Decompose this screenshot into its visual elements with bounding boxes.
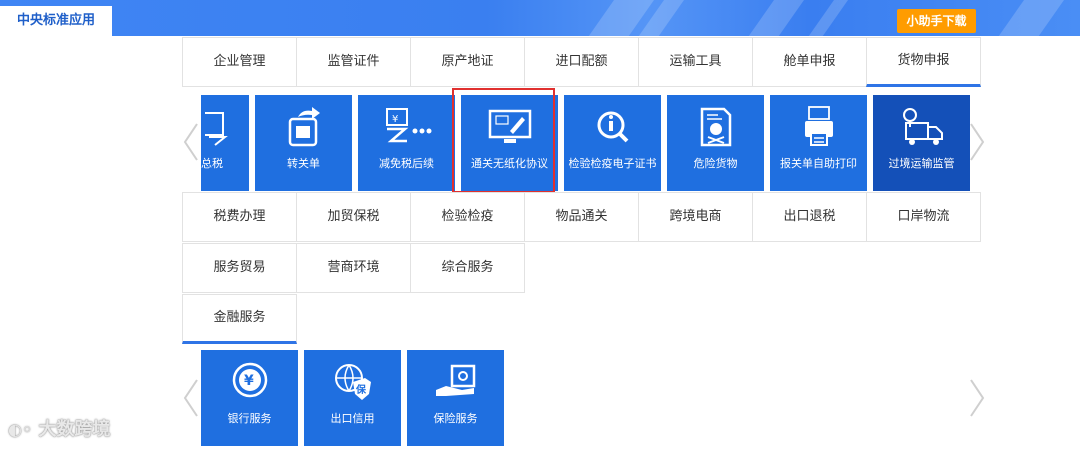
dangerous-goods-icon [667, 105, 764, 149]
svg-text:保: 保 [355, 383, 367, 396]
tile-tax[interactable]: 总税 [201, 95, 249, 191]
tab-import-quota[interactable]: 进口配额 [524, 37, 639, 87]
tile-paperless-clearance-agreement[interactable]: 通关无纸化协议 [461, 95, 558, 191]
tile-label: 银行服务 [227, 412, 272, 425]
tab-integrated-services[interactable]: 综合服务 [410, 243, 525, 293]
tab-enterprise-management[interactable]: 企业管理 [182, 37, 297, 87]
transit-truck-icon [873, 105, 970, 149]
tile-insurance-services[interactable]: 保险服务 [407, 350, 504, 446]
tile-declaration-self-print[interactable]: 报关单自助打印 [770, 95, 867, 191]
tab-service-trade[interactable]: 服务贸易 [182, 243, 297, 293]
paperless-monitor-icon [461, 105, 558, 149]
svg-text:¥: ¥ [392, 114, 398, 125]
bank-yen-icon: ¥ [201, 360, 298, 404]
tile-label: 保险服务 [433, 412, 478, 425]
carousel-prev-icon[interactable] [181, 122, 201, 162]
tab-certificate-of-origin[interactable]: 原产地证 [410, 37, 525, 87]
tab-inspection-quarantine[interactable]: 检验检疫 [410, 192, 525, 242]
goods-declaration-tiles: 总税 转关单 ¥ 减免税后续 通关无纸化协议 检验检疫电子证书 危险货物 报关单… [201, 95, 970, 191]
decor-stripe [988, 0, 1072, 36]
watermark-text: ◐◦ 大数跨境 [8, 415, 110, 441]
category-row-2: 税费办理 加贸保税 检验检疫 物品通关 跨境电商 出口退税 口岸物流 [182, 192, 981, 242]
tab-goods-declaration[interactable]: 货物申报 [866, 37, 981, 87]
svg-text:¥: ¥ [244, 373, 254, 389]
tile-label: 转关单 [287, 157, 320, 170]
tile-inspection-e-certificate[interactable]: 检验检疫电子证书 [564, 95, 661, 191]
tab-business-environment[interactable]: 营商环境 [296, 243, 411, 293]
insurance-safe-icon [407, 360, 504, 404]
tile-label: 危险货物 [693, 157, 738, 170]
tab-manifest-declaration[interactable]: 舱单申报 [752, 37, 867, 87]
app-tab-central-standard[interactable]: 中央标准应用 [0, 6, 112, 36]
tab-financial-services[interactable]: 金融服务 [182, 294, 297, 344]
tile-bank-services[interactable]: ¥ 银行服务 [201, 350, 298, 446]
category-row-3: 服务贸易 营商环境 综合服务 [182, 243, 525, 293]
tax-icon [201, 105, 249, 149]
tile-label: 过境运输监管 [888, 157, 955, 170]
tile-label: 报关单自助打印 [780, 157, 857, 170]
inspection-certificate-icon [564, 105, 661, 149]
financial-services-tiles: ¥ 银行服务 保 出口信用 保险服务 [201, 350, 504, 446]
export-credit-icon: 保 [304, 360, 401, 404]
tab-cross-border-ecommerce[interactable]: 跨境电商 [638, 192, 753, 242]
category-row-1: 企业管理 监管证件 原产地证 进口配额 运输工具 舱单申报 货物申报 [182, 37, 981, 87]
tile-dangerous-goods[interactable]: 危险货物 [667, 95, 764, 191]
decor-stripe [798, 0, 856, 36]
category-row-4: 金融服务 [182, 294, 297, 344]
tab-regulatory-certificates[interactable]: 监管证件 [296, 37, 411, 87]
tile-label: 检验检疫电子证书 [568, 157, 657, 170]
tab-export-tax-rebate[interactable]: 出口退税 [752, 192, 867, 242]
tab-processing-trade-bonded[interactable]: 加贸保税 [296, 192, 411, 242]
tile-transfer-document[interactable]: 转关单 [255, 95, 352, 191]
transfer-document-icon [255, 105, 352, 149]
tab-tax-payment[interactable]: 税费办理 [182, 192, 297, 242]
tile-label: 通关无纸化协议 [471, 157, 548, 170]
finance-carousel-next-icon[interactable] [967, 378, 987, 418]
assistant-download-button[interactable]: 小助手下载 [897, 9, 976, 33]
watermark-label: 大数跨境 [38, 419, 111, 440]
tile-transit-transport-supervision[interactable]: 过境运输监管 [873, 95, 970, 191]
printer-icon [770, 105, 867, 149]
tile-tax-reduction[interactable]: ¥ 减免税后续 [358, 95, 455, 191]
finance-carousel-prev-icon[interactable] [181, 378, 201, 418]
decor-stripe [738, 0, 812, 36]
carousel-next-icon[interactable] [967, 122, 987, 162]
tab-transport-vehicles[interactable]: 运输工具 [638, 37, 753, 87]
watermark-logo-icon: ◐◦ [8, 420, 33, 439]
tab-port-logistics[interactable]: 口岸物流 [866, 192, 981, 242]
tile-export-credit[interactable]: 保 出口信用 [304, 350, 401, 446]
tile-label: 减免税后续 [379, 157, 434, 170]
tile-label: 总税 [201, 157, 223, 170]
tax-reduction-icon: ¥ [358, 105, 455, 149]
tab-goods-clearance[interactable]: 物品通关 [524, 192, 639, 242]
tile-label: 出口信用 [330, 412, 375, 425]
